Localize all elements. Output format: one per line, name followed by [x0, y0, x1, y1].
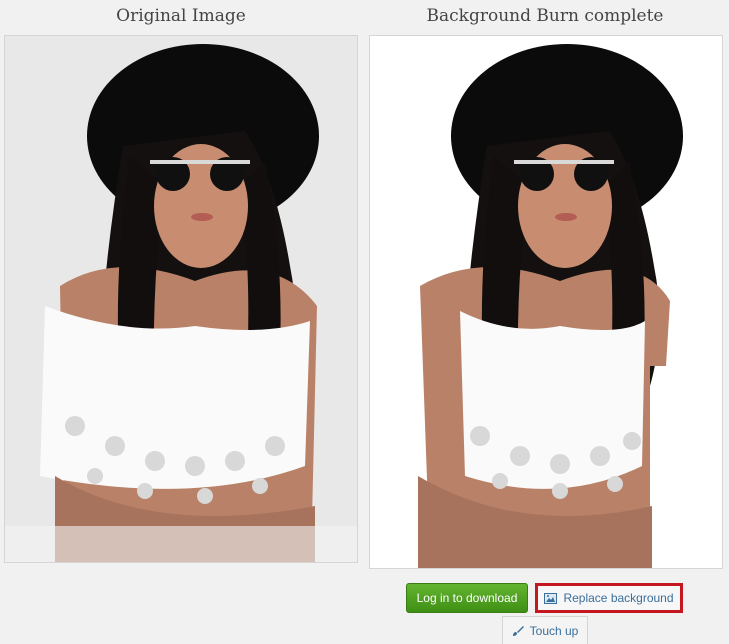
brush-icon	[512, 625, 524, 637]
result-photo-illustration	[370, 36, 722, 568]
result-image	[369, 35, 723, 569]
original-image-title: Original Image	[116, 6, 246, 26]
touch-up-label: Touch up	[529, 623, 579, 638]
original-image	[4, 35, 358, 563]
original-photo-illustration	[5, 36, 357, 562]
login-to-download-label: Log in to download	[416, 591, 518, 605]
replace-background-button[interactable]: Replace background	[535, 583, 683, 613]
touch-up-button[interactable]: Touch up	[502, 616, 588, 644]
login-to-download-button[interactable]: Log in to download	[406, 583, 528, 613]
replace-background-label: Replace background	[563, 591, 674, 605]
result-image-title: Background Burn complete	[426, 6, 664, 26]
image-icon	[544, 592, 558, 604]
